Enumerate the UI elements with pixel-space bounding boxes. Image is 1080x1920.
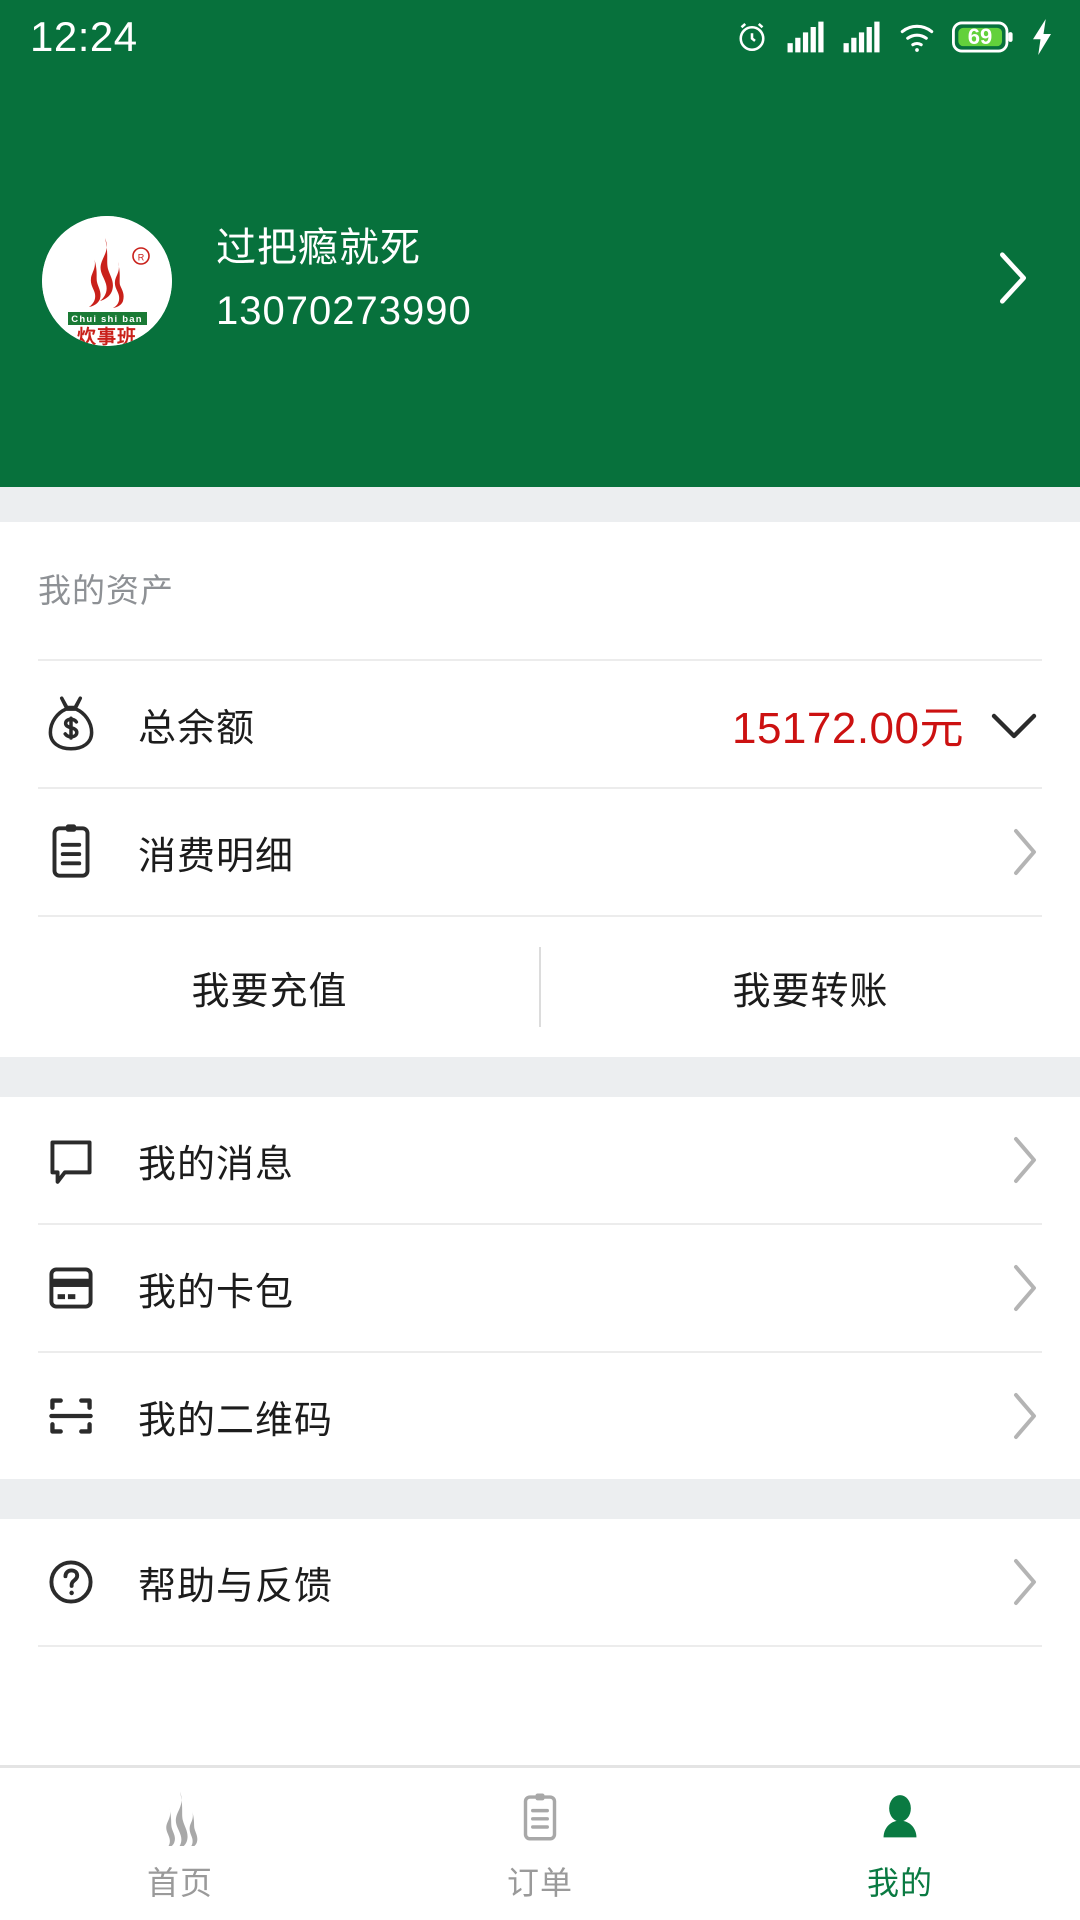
section-gap	[0, 487, 1080, 522]
assets-card: 我的资产 总余额 15172.00元 消费明细 我要充值 我要转账	[0, 522, 1080, 1057]
wifi-icon	[898, 20, 936, 54]
primary-menu-card: 我的消息 我的卡包 我的二维码	[0, 1097, 1080, 1479]
bottom-nav: 首页 订单 我的	[0, 1768, 1080, 1920]
chevron-right-icon[interactable]	[1008, 1555, 1042, 1609]
total-balance-row[interactable]: 总余额 15172.00元	[0, 661, 1080, 787]
alarm-icon	[734, 19, 770, 55]
my-cards-row[interactable]: 我的卡包	[0, 1225, 1080, 1351]
profile-phone: 13070273990	[216, 288, 472, 333]
section-gap	[0, 1479, 1080, 1519]
chevron-right-icon[interactable]	[1008, 1261, 1042, 1315]
svg-text:炊事班: 炊事班	[77, 325, 137, 346]
my-qrcode-row[interactable]: 我的二维码	[0, 1353, 1080, 1479]
signal-sim2-icon	[842, 20, 882, 54]
my-qrcode-label: 我的二维码	[138, 1399, 334, 1442]
consumption-detail-label: 消费明细	[138, 835, 295, 878]
svg-text:Chui shi ban: Chui shi ban	[71, 314, 142, 325]
profile-text-block: 过把瘾就死 13070273990	[216, 221, 992, 341]
clipboard-list-icon	[38, 819, 104, 885]
asset-action-row: 我要充值 我要转账	[0, 917, 1080, 1057]
recharge-button[interactable]: 我要充值	[0, 917, 539, 1057]
credit-card-icon	[38, 1255, 104, 1321]
chevron-down-icon[interactable]	[986, 704, 1042, 744]
clipboard-icon	[511, 1784, 569, 1846]
my-messages-label: 我的消息	[138, 1143, 295, 1186]
person-icon	[872, 1784, 928, 1846]
nav-item-home[interactable]: 首页	[0, 1768, 360, 1920]
svg-text:R: R	[138, 252, 145, 262]
my-messages-row[interactable]: 我的消息	[0, 1097, 1080, 1223]
battery-percent-label: 69	[967, 24, 993, 49]
secondary-menu-card: 帮助与反馈	[0, 1519, 1080, 1647]
assets-section-title: 我的资产	[38, 572, 174, 609]
help-feedback-row[interactable]: 帮助与反馈	[0, 1519, 1080, 1645]
chevron-right-icon[interactable]	[1008, 825, 1042, 879]
charging-bolt-icon	[1030, 19, 1054, 55]
signal-sim1-icon	[786, 20, 826, 54]
mobile-app-screen: 12:24 69 R Chui shi ban 炊事班 过把瘾就死 130702…	[0, 0, 1080, 1920]
battery-icon: 69	[952, 20, 1014, 54]
transfer-button[interactable]: 我要转账	[541, 917, 1080, 1057]
nav-label-mine: 我的	[866, 1865, 933, 1901]
total-balance-value: 15172.00元	[731, 704, 964, 753]
profile-name: 过把瘾就死	[216, 225, 421, 270]
flame-icon	[150, 1784, 210, 1846]
chevron-right-icon[interactable]	[992, 247, 1032, 314]
total-balance-label: 总余额	[138, 707, 256, 750]
nav-item-orders[interactable]: 订单	[360, 1768, 720, 1920]
my-cards-label: 我的卡包	[138, 1271, 295, 1314]
avatar: R Chui shi ban 炊事班	[42, 215, 172, 346]
money-bag-icon	[38, 691, 104, 757]
qr-scan-icon	[38, 1383, 104, 1449]
chevron-right-icon[interactable]	[1008, 1389, 1042, 1443]
status-time: 12:24	[30, 13, 138, 60]
nav-label-orders: 订单	[506, 1865, 573, 1901]
content-spacer	[0, 1647, 1080, 1765]
question-circle-icon	[38, 1549, 104, 1615]
status-icon-group: 69	[734, 19, 1054, 55]
consumption-detail-row[interactable]: 消费明细	[0, 789, 1080, 915]
speech-bubble-icon	[38, 1127, 104, 1193]
status-bar: 12:24 69	[0, 0, 1080, 74]
profile-header[interactable]: R Chui shi ban 炊事班 过把瘾就死 13070273990	[0, 74, 1080, 487]
help-feedback-label: 帮助与反馈	[138, 1565, 334, 1608]
section-gap	[0, 1057, 1080, 1097]
nav-label-home: 首页	[146, 1865, 213, 1901]
chevron-right-icon[interactable]	[1008, 1133, 1042, 1187]
nav-item-mine[interactable]: 我的	[720, 1768, 1080, 1920]
